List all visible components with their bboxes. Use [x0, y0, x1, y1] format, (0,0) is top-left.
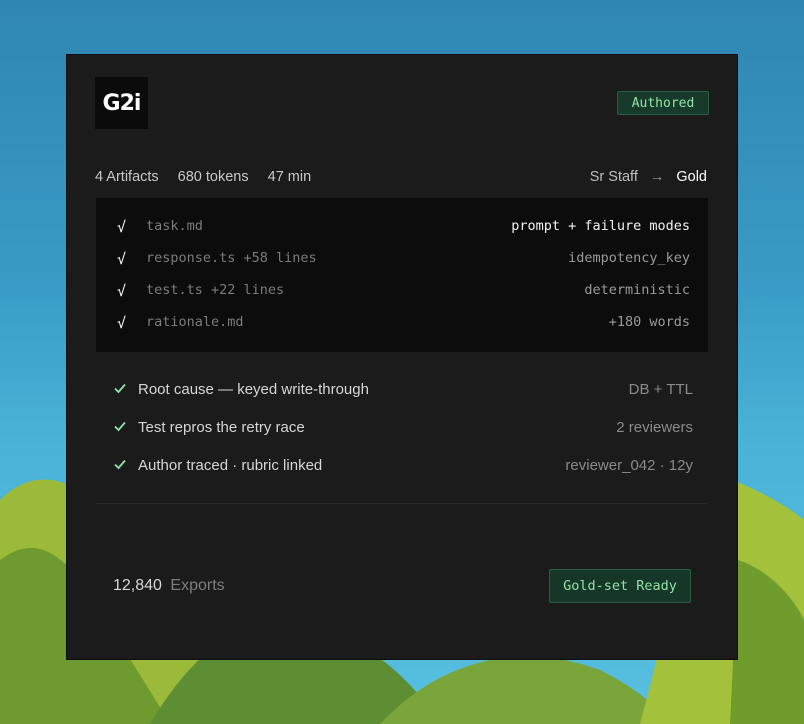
level-to: Gold — [676, 169, 707, 185]
artifact-file: response.ts +58 lines — [146, 250, 317, 266]
checklist-value: reviewer_042 · 12y — [565, 457, 693, 474]
checklist-value: 2 reviewers — [616, 419, 693, 436]
checklist-value: DB + TTL — [628, 381, 693, 398]
checkmark-icon: √ — [117, 282, 127, 300]
authored-status-badge: Authored — [617, 91, 709, 115]
green-check-icon — [114, 383, 126, 394]
g2i-logo: G2i — [95, 77, 148, 129]
checkmark-icon: √ — [117, 250, 127, 268]
review-checklist: Root cause — keyed write-through DB + TT… — [113, 373, 693, 487]
checkmark-icon: √ — [117, 218, 127, 236]
artifact-note: +180 words — [608, 314, 690, 330]
artifact-row: √ task.md prompt + failure modes — [96, 210, 708, 242]
duration: 47 min — [267, 169, 312, 185]
checklist-label: Test repros the retry race — [138, 419, 305, 436]
artifact-row: √ test.ts +22 lines deterministic — [96, 274, 708, 306]
checklist-label: Root cause — keyed write-through — [138, 381, 369, 398]
divider — [96, 503, 708, 504]
exports-label: Exports — [170, 577, 225, 594]
artifact-note: deterministic — [584, 282, 690, 298]
checklist-label: Author traced · rubric linked — [138, 457, 323, 474]
checkmark-icon: √ — [117, 314, 127, 332]
token-count: 680 tokens — [177, 169, 249, 185]
checklist-item: Author traced · rubric linked reviewer_0… — [113, 449, 693, 487]
artifact-note: prompt + failure modes — [511, 218, 690, 234]
artifact-row: √ rationale.md +180 words — [96, 306, 708, 338]
artifact-meta: 4 Artifacts 680 tokens 47 min — [95, 169, 311, 185]
arrow-right-icon: → — [649, 169, 665, 185]
level-from: Sr Staff — [589, 169, 638, 185]
green-check-icon — [114, 421, 126, 432]
artifact-list: √ task.md prompt + failure modes √ respo… — [96, 198, 708, 352]
level-transition: Sr Staff → Gold — [590, 169, 707, 185]
artifact-row: √ response.ts +58 lines idempotency_key — [96, 242, 708, 274]
artifact-file: rationale.md — [146, 314, 244, 330]
artifact-file: task.md — [146, 218, 203, 234]
exports-number: 12,840 — [113, 577, 162, 594]
checklist-item: Test repros the retry race 2 reviewers — [113, 411, 693, 449]
gold-set-ready-button[interactable]: Gold-set Ready — [549, 569, 691, 603]
gold-set-card: G2i Authored 4 Artifacts 680 tokens 47 m… — [66, 54, 738, 660]
artifact-file: test.ts +22 lines — [146, 282, 285, 298]
green-check-icon — [114, 459, 126, 470]
checklist-item: Root cause — keyed write-through DB + TT… — [113, 373, 693, 411]
artifact-note: idempotency_key — [568, 250, 690, 266]
exports-count: 12,840 Exports — [113, 577, 225, 595]
artifact-count: 4 Artifacts — [95, 169, 159, 185]
